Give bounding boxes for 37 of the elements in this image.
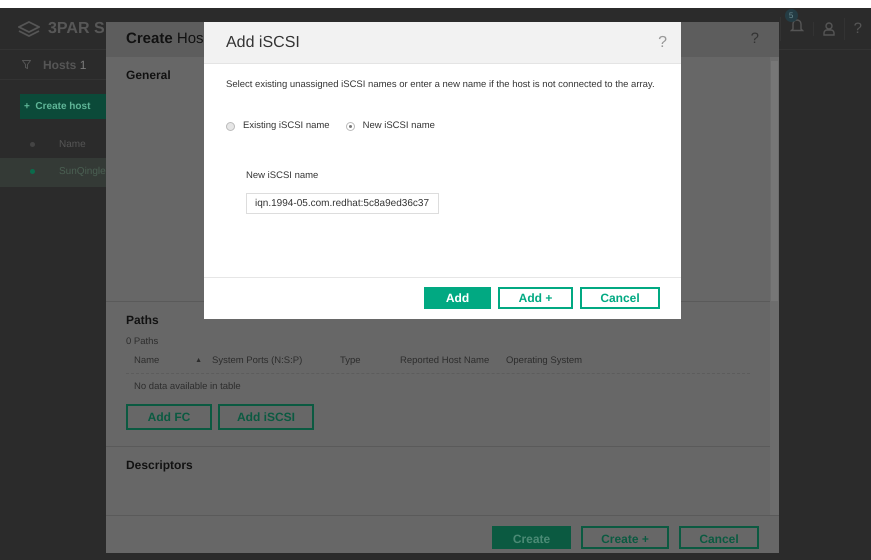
- dialog-button[interactable]: Add: [424, 287, 491, 309]
- status-column-icon: [30, 142, 35, 147]
- radio-label[interactable]: New iSCSI name: [362, 119, 435, 134]
- dialog-button[interactable]: Add +: [498, 287, 573, 309]
- iscsi-name-field[interactable]: iqn.1994-05.com.redhat:5c8a9ed36c37: [246, 192, 439, 214]
- radio-button[interactable]: [226, 122, 235, 131]
- field-label: New iSCSI name: [246, 168, 318, 182]
- add-path-button[interactable]: Add FC: [126, 404, 212, 430]
- help-button[interactable]: ?: [844, 18, 871, 40]
- column-header[interactable]: System Ports (N:S:P): [212, 354, 340, 368]
- logo-icon: [18, 20, 40, 36]
- dialog-title: Add iSCSI: [226, 32, 300, 52]
- help-button[interactable]: ?: [658, 30, 667, 54]
- footer-button[interactable]: Create +: [581, 526, 669, 549]
- section-title: General: [126, 67, 171, 84]
- column-header[interactable]: Type: [340, 354, 400, 368]
- path-count: 0 Paths: [126, 335, 158, 349]
- radio-label[interactable]: Existing iSCSI name: [243, 119, 330, 134]
- dialog-button[interactable]: Cancel: [580, 287, 660, 309]
- bell-icon[interactable]: [790, 17, 804, 33]
- scrollbar[interactable]: [770, 57, 779, 515]
- section-title: Paths: [126, 312, 159, 329]
- footer-button[interactable]: Create: [492, 526, 571, 549]
- host-count: 1: [80, 58, 86, 72]
- column-header[interactable]: Reported Host Name: [400, 354, 506, 368]
- filter-icon[interactable]: [22, 60, 31, 69]
- empty-table-message: No data available in table: [133, 380, 242, 394]
- column-header[interactable]: Operating System: [506, 354, 606, 368]
- create-host-button[interactable]: + Create host: [20, 94, 106, 119]
- dialog-description: Select existing unassigned iSCSI names or enter a new name if the host is not connected to the array.: [226, 78, 656, 92]
- add-path-button[interactable]: Add iSCSI: [218, 404, 314, 430]
- help-button[interactable]: ?: [750, 28, 759, 51]
- footer-button[interactable]: Cancel: [679, 526, 759, 549]
- radio-button[interactable]: [346, 122, 355, 131]
- notification-badge: 5: [784, 9, 798, 22]
- panel-title: Create Hos: [126, 29, 204, 50]
- section-title: Descriptors: [126, 457, 193, 474]
